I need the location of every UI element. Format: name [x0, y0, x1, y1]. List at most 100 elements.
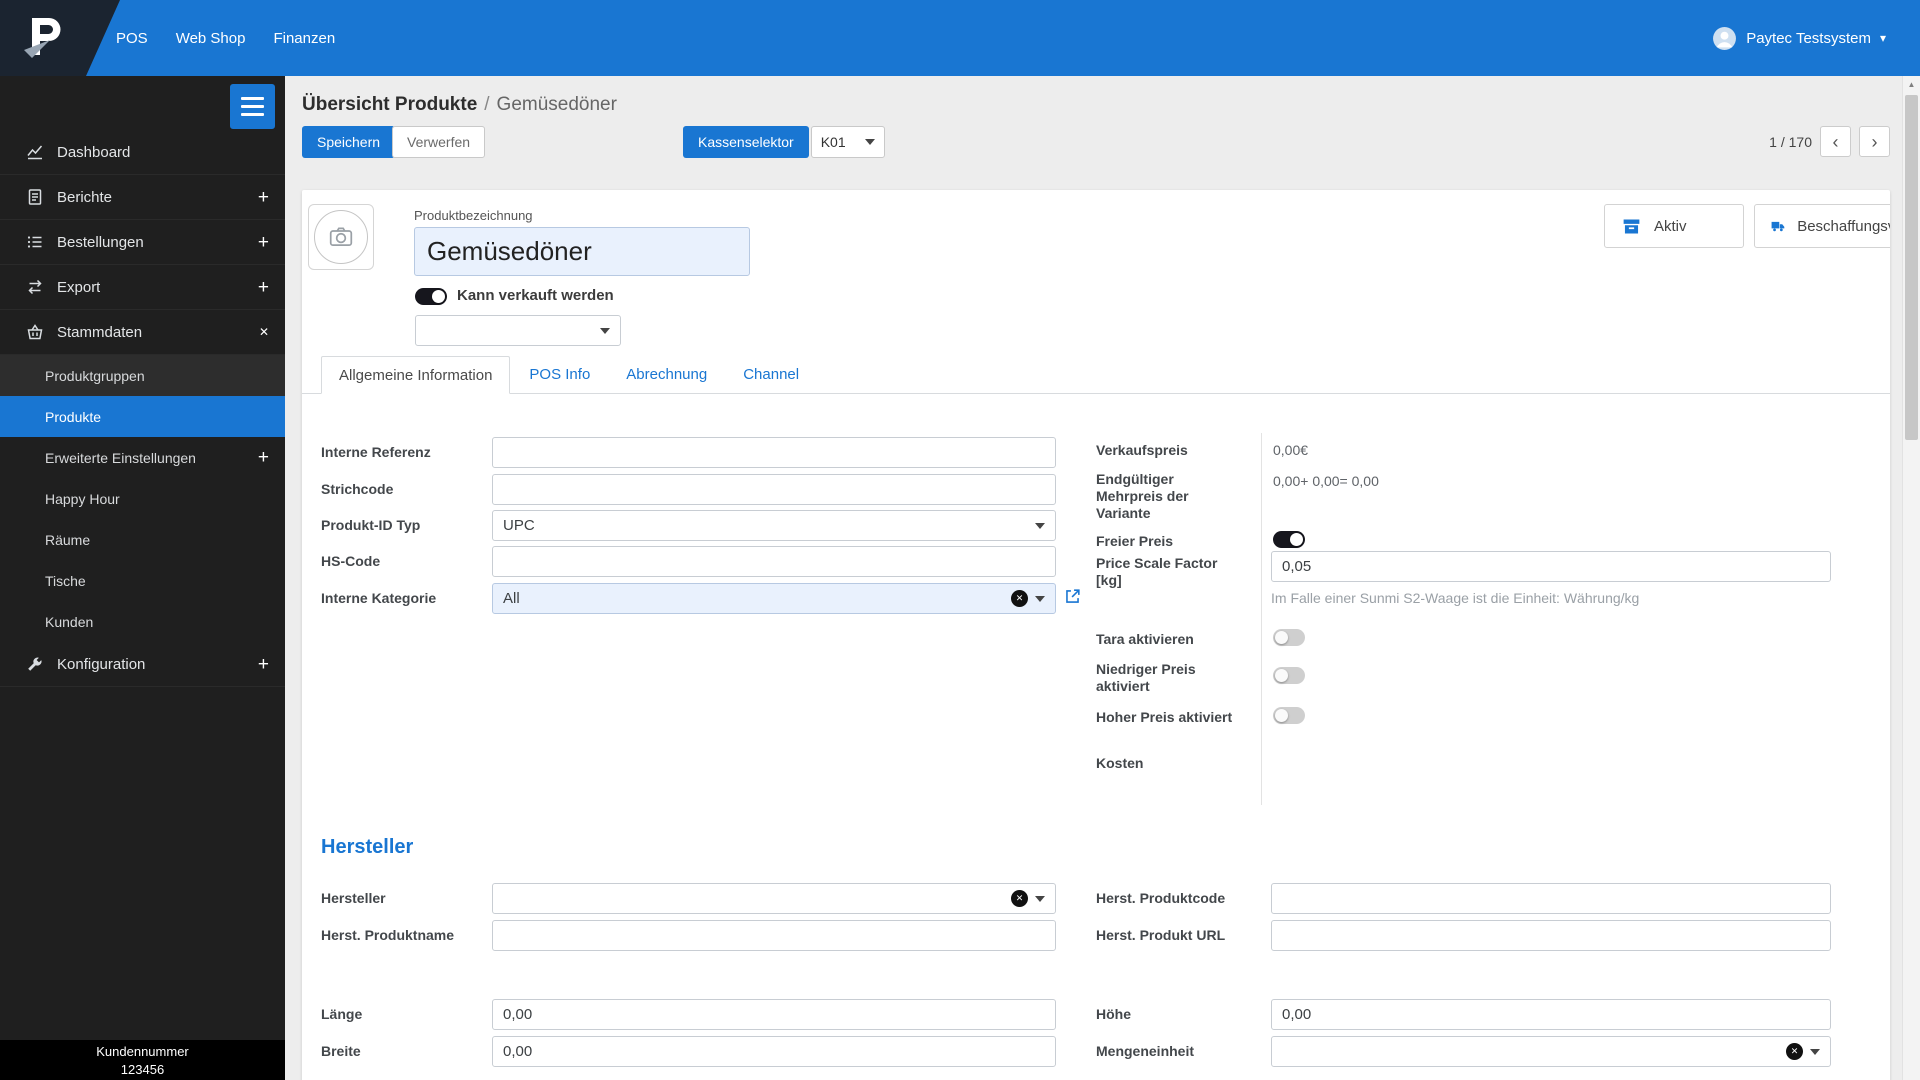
sidebar-item-label: Konfiguration [57, 655, 146, 673]
open-kategorie-external-icon[interactable] [1063, 587, 1082, 606]
sidebar-item-export[interactable]: Export + [0, 265, 285, 310]
dashboard-chart-icon [26, 143, 57, 161]
kassenselektor-button[interactable]: Kassenselektor [683, 126, 809, 158]
scroll-up-arrow-icon[interactable]: ▲ [1903, 76, 1920, 93]
sidebar-item-dashboard[interactable]: Dashboard [0, 130, 285, 175]
product-name-label: Produktbezeichnung [414, 208, 533, 223]
user-menu[interactable]: Paytec Testsystem ▾ [1712, 0, 1886, 76]
verkaufspreis-label: Verkaufspreis [1096, 442, 1188, 458]
tab-abrechnung[interactable]: Abrechnung [609, 356, 724, 394]
herst-produktcode-input[interactable] [1271, 883, 1831, 914]
paytec-logo-icon [24, 18, 61, 58]
collapse-close-icon[interactable]: ✕ [259, 326, 269, 338]
hersteller-select[interactable]: ✕ [492, 883, 1056, 914]
hs-code-input[interactable] [492, 546, 1056, 577]
sellable-label: Kann verkauft werden [457, 287, 614, 304]
hoher-preis-toggle[interactable] [1273, 707, 1305, 724]
interne-kategorie-select[interactable]: All ✕ [492, 583, 1056, 614]
mehrpreis-value: 0,00+ 0,00= 0,00 [1273, 473, 1379, 489]
save-button[interactable]: Speichern [302, 126, 396, 158]
sellable-toggle[interactable] [415, 288, 447, 305]
archive-icon [1623, 219, 1640, 233]
sidebar-item-produkte[interactable]: Produkte [0, 396, 285, 437]
clear-selection-icon[interactable]: ✕ [1011, 890, 1028, 907]
sidebar-item-label: Stammdaten [57, 323, 143, 341]
chevron-down-icon [1035, 522, 1045, 529]
sidebar-item-label: Kunden [45, 613, 94, 630]
topnav-webshop[interactable]: Web Shop [163, 20, 259, 57]
kassen-select[interactable]: K01 [810, 126, 885, 158]
hoehe-input[interactable] [1271, 999, 1831, 1030]
chevron-down-icon [1810, 1048, 1820, 1055]
next-record-button[interactable]: › [1859, 126, 1890, 157]
variant-select[interactable] [415, 315, 621, 346]
expand-plus-icon[interactable]: + [258, 278, 269, 297]
herst-produktname-input[interactable] [492, 920, 1056, 951]
sidebar-item-kunden[interactable]: Kunden [0, 601, 285, 642]
herst-produkt-url-input[interactable] [1271, 920, 1831, 951]
prev-record-button[interactable]: ‹ [1820, 126, 1851, 157]
scrollbar-thumb[interactable] [1905, 95, 1918, 440]
expand-plus-icon[interactable]: + [258, 188, 269, 207]
sidebar-item-bestellungen[interactable]: Bestellungen + [0, 220, 285, 265]
sidebar-item-produktgruppen[interactable]: Produktgruppen [0, 355, 285, 396]
produkt-id-typ-value: UPC [503, 517, 535, 534]
herst-produktname-label: Herst. Produktname [321, 927, 455, 943]
beschaffung-button[interactable]: Beschaffungsvorg [1754, 204, 1890, 248]
sidebar-item-happy-hour[interactable]: Happy Hour [0, 478, 285, 519]
topnav-pos[interactable]: POS [103, 20, 161, 57]
product-photo-placeholder[interactable] [308, 204, 374, 270]
produkt-id-typ-select[interactable]: UPC [492, 510, 1056, 541]
sidebar-item-erweiterte-einstellungen[interactable]: Erweiterte Einstellungen + [0, 437, 285, 478]
topnav-finanzen[interactable]: Finanzen [260, 20, 348, 57]
tab-pos-info[interactable]: POS Info [512, 356, 607, 394]
niedriger-preis-toggle[interactable] [1273, 667, 1305, 684]
app-logo[interactable] [0, 0, 120, 76]
sidebar-item-raeume[interactable]: Räume [0, 519, 285, 560]
aktiv-button[interactable]: Aktiv [1604, 204, 1744, 248]
laenge-input[interactable] [492, 999, 1056, 1030]
chevron-down-icon [864, 139, 875, 145]
hamburger-menu-button[interactable] [230, 84, 275, 129]
sidebar-item-berichte[interactable]: Berichte + [0, 175, 285, 220]
sidebar: Dashboard Berichte + Bestellungen + Expo… [0, 76, 285, 1080]
chevron-down-icon [1035, 895, 1045, 902]
expand-plus-icon[interactable]: + [258, 448, 269, 467]
breite-input[interactable] [492, 1036, 1056, 1067]
sidebar-item-tische[interactable]: Tische [0, 560, 285, 601]
user-name: Paytec Testsystem [1746, 29, 1871, 47]
sidebar-item-label: Export [57, 278, 101, 296]
freier-preis-toggle[interactable] [1273, 531, 1305, 548]
tab-bar: Allgemeine Information POS Info Abrechnu… [302, 355, 1890, 394]
breadcrumb-separator: / [484, 94, 490, 115]
sidebar-item-label: Räume [45, 531, 91, 548]
interne-referenz-input[interactable] [492, 437, 1056, 468]
sidebar-item-label: Berichte [57, 188, 113, 206]
page-scrollbar[interactable]: ▲ [1902, 76, 1920, 1080]
expand-plus-icon[interactable]: + [258, 233, 269, 252]
discard-button[interactable]: Verwerfen [392, 126, 486, 158]
sidebar-item-stammdaten[interactable]: Stammdaten ✕ [0, 310, 285, 355]
clear-selection-icon[interactable]: ✕ [1011, 590, 1028, 607]
tab-allgemeine-information[interactable]: Allgemeine Information [321, 356, 511, 394]
mehrpreis-label: Endgültiger Mehrpreis der Variante [1096, 471, 1189, 521]
expand-plus-icon[interactable]: + [258, 655, 269, 674]
breadcrumb-overview[interactable]: Übersicht Produkte [302, 94, 477, 115]
clear-selection-icon[interactable]: ✕ [1786, 1043, 1803, 1060]
tara-toggle[interactable] [1273, 629, 1305, 646]
sidebar-item-label: Produkte [45, 408, 102, 425]
sidebar-item-konfiguration[interactable]: Konfiguration + [0, 642, 285, 687]
kosten-label: Kosten [1096, 755, 1144, 771]
avatar-icon [1713, 26, 1737, 50]
aktiv-label: Aktiv [1654, 217, 1687, 235]
mengeneinheit-select[interactable]: ✕ [1271, 1036, 1831, 1067]
strichcode-input[interactable] [492, 474, 1056, 505]
pagination-label: 1 / 170 [1769, 133, 1812, 150]
price-scale-input[interactable] [1271, 551, 1831, 582]
product-name-input[interactable] [414, 227, 750, 276]
tab-channel[interactable]: Channel [726, 356, 816, 394]
sidebar-item-label: Produktgruppen [45, 367, 145, 384]
sidebar-item-label: Happy Hour [45, 490, 120, 507]
chevron-down-icon [1035, 595, 1045, 602]
report-icon [26, 188, 57, 206]
